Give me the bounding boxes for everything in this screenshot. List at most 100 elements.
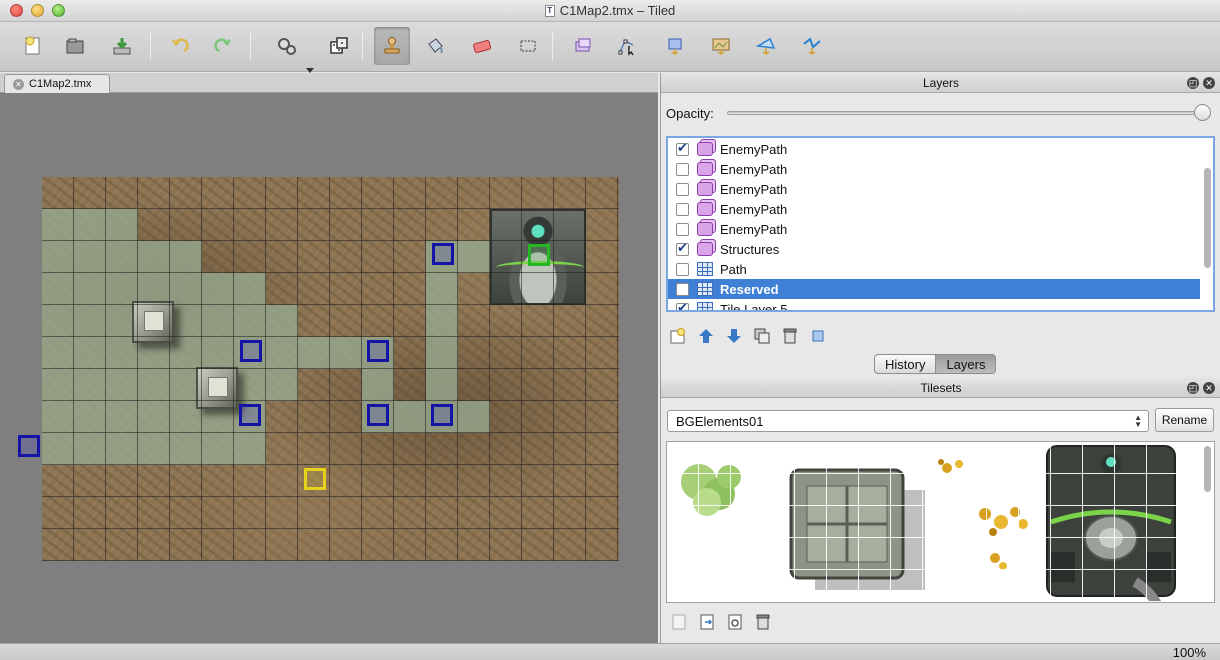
layer-list-scrollbar[interactable]: [1204, 168, 1211, 268]
insert-polygon-button[interactable]: [751, 30, 781, 62]
enemy-path-marker[interactable]: [18, 435, 40, 457]
new-map-button[interactable]: [18, 30, 48, 62]
layer-toolbar: [669, 325, 827, 347]
folder-open-icon: [66, 38, 84, 54]
close-icon[interactable]: ✕: [1203, 77, 1215, 89]
insert-image-button[interactable]: [706, 30, 736, 62]
move-layer-up-icon[interactable]: [697, 327, 715, 345]
layer-row[interactable]: Path: [668, 259, 1200, 279]
duplicate-layer-icon[interactable]: [753, 327, 771, 345]
tileset-select-value: BGElements01: [676, 413, 764, 429]
select-arrows-icon: ▲ ▼: [1134, 413, 1142, 429]
layer-visibility-checkbox[interactable]: [676, 182, 689, 196]
save-icon: [113, 38, 131, 55]
layer-row[interactable]: EnemyPath: [668, 199, 1200, 219]
command-button[interactable]: [272, 30, 302, 62]
eraser-button[interactable]: [467, 30, 497, 62]
layers-panel-header: Layers ◰ ✕: [661, 73, 1220, 93]
random-mode-button[interactable]: [324, 30, 354, 62]
layer-row[interactable]: EnemyPath: [668, 179, 1200, 199]
redo-button[interactable]: [208, 30, 238, 62]
layer-name: Reserved: [720, 281, 779, 297]
zoom-level: 100%: [1172, 645, 1206, 660]
tileset-toolbar: [671, 613, 771, 631]
tilesets-panel-header: Tilesets ◰ ✕: [661, 378, 1220, 398]
import-tileset-icon[interactable]: [671, 613, 687, 631]
tileset-properties-icon[interactable]: [727, 613, 743, 631]
layer-list[interactable]: EnemyPath EnemyPath EnemyPath EnemyPath Enem…: [666, 136, 1215, 312]
save-button[interactable]: [107, 30, 137, 62]
open-button[interactable]: [60, 30, 90, 62]
export-tileset-icon[interactable]: [699, 613, 715, 631]
float-panel-icon[interactable]: ◰: [1187, 382, 1199, 394]
layer-visibility-checkbox[interactable]: [676, 140, 689, 156]
map-canvas[interactable]: [0, 93, 658, 643]
layer-row[interactable]: Structures: [668, 239, 1200, 259]
tileset-select[interactable]: BGElements01 ▲ ▼: [667, 410, 1149, 432]
insert-polyline-button[interactable]: [797, 30, 827, 62]
layer-visibility-checkbox[interactable]: [676, 262, 689, 276]
window-title-text: C1Map2.tmx – Tiled: [559, 3, 676, 18]
close-icon[interactable]: ✕: [1203, 382, 1215, 394]
tmx-document-icon: T: [544, 4, 555, 17]
rename-button[interactable]: Rename: [1155, 408, 1214, 432]
enemy-path-marker[interactable]: [240, 340, 262, 362]
minimize-window-button[interactable]: [31, 4, 44, 17]
layer-visibility-checkbox[interactable]: [676, 162, 689, 176]
select-objects-button[interactable]: [568, 30, 598, 62]
float-panel-icon[interactable]: ◰: [1187, 77, 1199, 89]
layer-visibility-checkbox[interactable]: [676, 222, 689, 236]
edit-polygons-icon: [618, 39, 634, 56]
enemy-path-marker[interactable]: [239, 404, 261, 426]
enemy-path-marker[interactable]: [432, 243, 454, 265]
spawn-marker[interactable]: [304, 468, 326, 490]
goal-marker[interactable]: [528, 244, 550, 266]
delete-tileset-icon[interactable]: [755, 613, 771, 631]
bucket-fill-button[interactable]: [420, 30, 450, 62]
layer-row[interactable]: EnemyPath: [668, 159, 1200, 179]
enemy-path-marker[interactable]: [367, 340, 389, 362]
layer-row[interactable]: EnemyPath: [668, 139, 1200, 159]
tileset-scrollbar[interactable]: [1204, 446, 1211, 492]
tile-map[interactable]: [42, 177, 619, 561]
close-icon[interactable]: ✕: [13, 78, 24, 90]
stamp-brush-button[interactable]: [374, 27, 410, 65]
toolbar-separator: [150, 32, 151, 60]
opacity-slider-handle[interactable]: [1194, 104, 1211, 121]
enemy-path-marker[interactable]: [367, 404, 389, 426]
rect-select-icon: [520, 40, 536, 52]
layer-visibility-checkbox[interactable]: [676, 300, 689, 310]
layer-row[interactable]: Reserved: [668, 279, 1200, 299]
tileset-grid: [667, 442, 1214, 602]
close-window-button[interactable]: [10, 4, 23, 17]
status-bar: 100%: [0, 643, 1220, 660]
add-layer-icon[interactable]: [669, 327, 687, 345]
insert-rectangle-button[interactable]: [660, 30, 690, 62]
tab-layers[interactable]: Layers: [936, 354, 997, 374]
edit-polygons-button[interactable]: [612, 30, 642, 62]
layer-visibility-checkbox[interactable]: [676, 202, 689, 216]
layer-name: EnemyPath: [720, 201, 788, 217]
layer-row[interactable]: Tile Layer 5: [668, 299, 1200, 310]
layers-panel-title: Layers: [922, 75, 960, 90]
toolbar-separator: [552, 32, 553, 60]
delete-layer-icon[interactable]: [781, 327, 799, 345]
tileset-view[interactable]: [666, 441, 1215, 603]
enemy-path-marker[interactable]: [431, 404, 453, 426]
main-toolbar: [0, 22, 1220, 73]
undo-button[interactable]: [165, 30, 195, 62]
opacity-slider[interactable]: [727, 111, 1207, 115]
tab-c1map2[interactable]: ✕ C1Map2.tmx: [4, 74, 110, 93]
move-layer-down-icon[interactable]: [725, 327, 743, 345]
layer-properties-icon[interactable]: [809, 327, 827, 345]
layer-visibility-checkbox[interactable]: [676, 282, 689, 296]
layer-visibility-checkbox[interactable]: [676, 240, 689, 256]
tilesets-panel-title: Tilesets: [920, 380, 962, 395]
tab-history[interactable]: History: [874, 354, 937, 374]
dice-icon: [330, 37, 348, 54]
zoom-window-button[interactable]: [52, 4, 65, 17]
insert-rectangle-icon: [668, 38, 682, 55]
layer-row[interactable]: EnemyPath: [668, 219, 1200, 239]
toolbar-separator: [250, 32, 251, 60]
rect-select-button[interactable]: [513, 30, 543, 62]
